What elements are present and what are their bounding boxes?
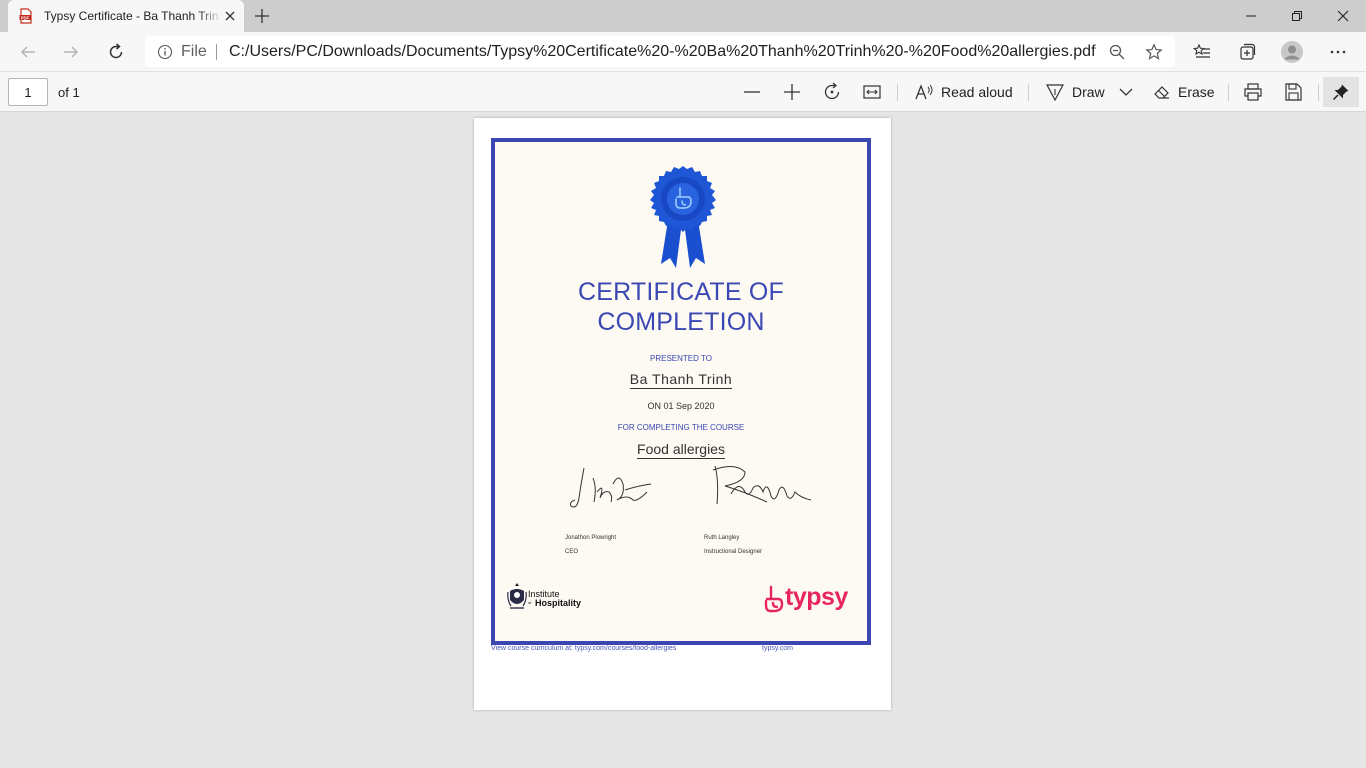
- arrow-right-icon: [64, 46, 79, 58]
- certificate-title-line1: CERTIFICATE OF: [577, 278, 785, 306]
- minus-icon: [744, 91, 760, 93]
- forward-button[interactable]: [59, 40, 83, 64]
- refresh-button[interactable]: [104, 40, 128, 64]
- certificate-frame: CERTIFICATE OF COMPLETION PRESENTED TO B…: [491, 138, 871, 645]
- close-window-button[interactable]: [1320, 0, 1366, 32]
- page-number-input[interactable]: [8, 78, 48, 106]
- erase-button[interactable]: Erase: [1153, 80, 1215, 104]
- rotate-button[interactable]: [822, 80, 842, 104]
- signature-designer: [712, 465, 812, 505]
- collections-icon: [1240, 43, 1256, 60]
- close-tab-icon[interactable]: [222, 8, 238, 24]
- recipient-name: Ba Thanh Trinh: [495, 371, 867, 389]
- favorites-button[interactable]: [1190, 40, 1214, 64]
- course-label: FOR COMPLETING THE COURSE: [617, 423, 745, 432]
- presented-to-label: PRESENTED TO: [650, 354, 712, 363]
- info-icon[interactable]: [157, 44, 173, 60]
- svg-text:PDF: PDF: [21, 15, 30, 20]
- zoom-icon[interactable]: [1108, 43, 1126, 61]
- typsy-site-link[interactable]: typsy.com: [762, 645, 793, 652]
- favorite-star-icon[interactable]: [1145, 43, 1163, 61]
- course-curriculum-link[interactable]: View course curriculum at: typsy.com/cou…: [491, 645, 676, 652]
- tab-title: Typsy Certificate - Ba Thanh Trinh - Foo…: [44, 9, 218, 23]
- fit-to-page-button[interactable]: [862, 80, 882, 104]
- rotate-icon: [824, 82, 840, 100]
- minimize-button[interactable]: [1228, 0, 1274, 32]
- pdf-file-icon: PDF: [19, 8, 32, 24]
- pdf-toolbar: of 1 Read aloud Draw: [0, 71, 1366, 112]
- more-icon: [1330, 50, 1346, 54]
- arrow-left-icon: [20, 46, 35, 58]
- save-icon: [1285, 83, 1302, 101]
- read-aloud-icon: [915, 84, 933, 100]
- signatory-name-2: Ruth Langley: [704, 535, 740, 541]
- signatory-name-1: Jonathon Plowright: [565, 535, 617, 541]
- pin-icon: [1332, 84, 1349, 101]
- read-aloud-label: Read aloud: [941, 84, 1013, 100]
- erase-label: Erase: [1178, 84, 1215, 100]
- crest-icon: [507, 583, 527, 609]
- collections-button[interactable]: [1235, 40, 1259, 64]
- typsy-logo: typsy: [763, 583, 849, 615]
- certificate-title: CERTIFICATE OF COMPLETION: [495, 277, 867, 337]
- print-button[interactable]: [1243, 80, 1263, 104]
- plus-icon: [784, 84, 800, 100]
- read-aloud-button[interactable]: Read aloud: [914, 80, 1013, 104]
- save-button[interactable]: [1283, 80, 1303, 104]
- recipient-name-text: Ba Thanh Trinh: [629, 371, 733, 389]
- browser-tab[interactable]: PDF Typsy Certificate - Ba Thanh Trinh -…: [8, 0, 244, 32]
- draw-pen-icon: [1046, 84, 1064, 102]
- institute-logo-line2: Hospitality: [535, 598, 582, 608]
- avatar-icon: [1281, 41, 1303, 63]
- address-bar[interactable]: File C:/Users/PC/Downloads/Documents/Typ…: [145, 36, 1175, 67]
- favorites-list-icon: [1192, 43, 1210, 58]
- settings-more-button[interactable]: [1326, 40, 1350, 64]
- course-name-text: Food allergies: [637, 441, 725, 459]
- typsy-wordmark: typsy: [785, 583, 848, 611]
- url-text[interactable]: C:/Users/PC/Downloads/Documents/Typsy%20…: [229, 43, 1096, 61]
- back-button[interactable]: [16, 40, 40, 64]
- course-name: Food allergies: [495, 441, 867, 459]
- navigation-bar: File C:/Users/PC/Downloads/Documents/Typ…: [0, 32, 1366, 71]
- minimize-icon: [1246, 15, 1256, 17]
- profile-button[interactable]: [1280, 40, 1304, 64]
- zoom-out-button[interactable]: [742, 80, 762, 104]
- signatory-role-1: CEO: [565, 549, 579, 555]
- institute-of-hospitality-logo: Institute of Hospitality: [507, 582, 597, 614]
- eraser-icon: [1154, 86, 1169, 99]
- award-ribbon-icon: [650, 166, 716, 268]
- fit-width-icon: [863, 85, 881, 99]
- restore-icon: [1292, 11, 1302, 21]
- pdf-page: CERTIFICATE OF COMPLETION PRESENTED TO B…: [474, 118, 891, 710]
- restore-button[interactable]: [1274, 0, 1320, 32]
- institute-logo-of: of: [528, 600, 532, 605]
- printer-icon: [1244, 83, 1262, 101]
- scheme-label: File: [181, 43, 207, 60]
- new-tab-button[interactable]: [252, 6, 272, 26]
- draw-label: Draw: [1072, 84, 1105, 100]
- zoom-in-button[interactable]: [782, 80, 802, 104]
- signature-ceo: [570, 467, 652, 508]
- chevron-down-icon: [1119, 88, 1133, 96]
- signatory-role-2: Instructional Designer: [704, 549, 763, 555]
- completion-date: ON 01 Sep 2020: [647, 401, 715, 411]
- close-icon: [1337, 10, 1349, 22]
- typsy-hand-icon: [764, 585, 784, 613]
- draw-options-dropdown[interactable]: [1116, 80, 1136, 104]
- title-bar: PDF Typsy Certificate - Ba Thanh Trinh -…: [0, 0, 1366, 32]
- refresh-icon: [109, 43, 123, 59]
- page-count: of 1: [58, 85, 80, 100]
- certificate-title-line2: COMPLETION: [597, 308, 765, 336]
- pin-toolbar-button[interactable]: [1323, 77, 1359, 107]
- draw-button[interactable]: Draw: [1045, 80, 1105, 104]
